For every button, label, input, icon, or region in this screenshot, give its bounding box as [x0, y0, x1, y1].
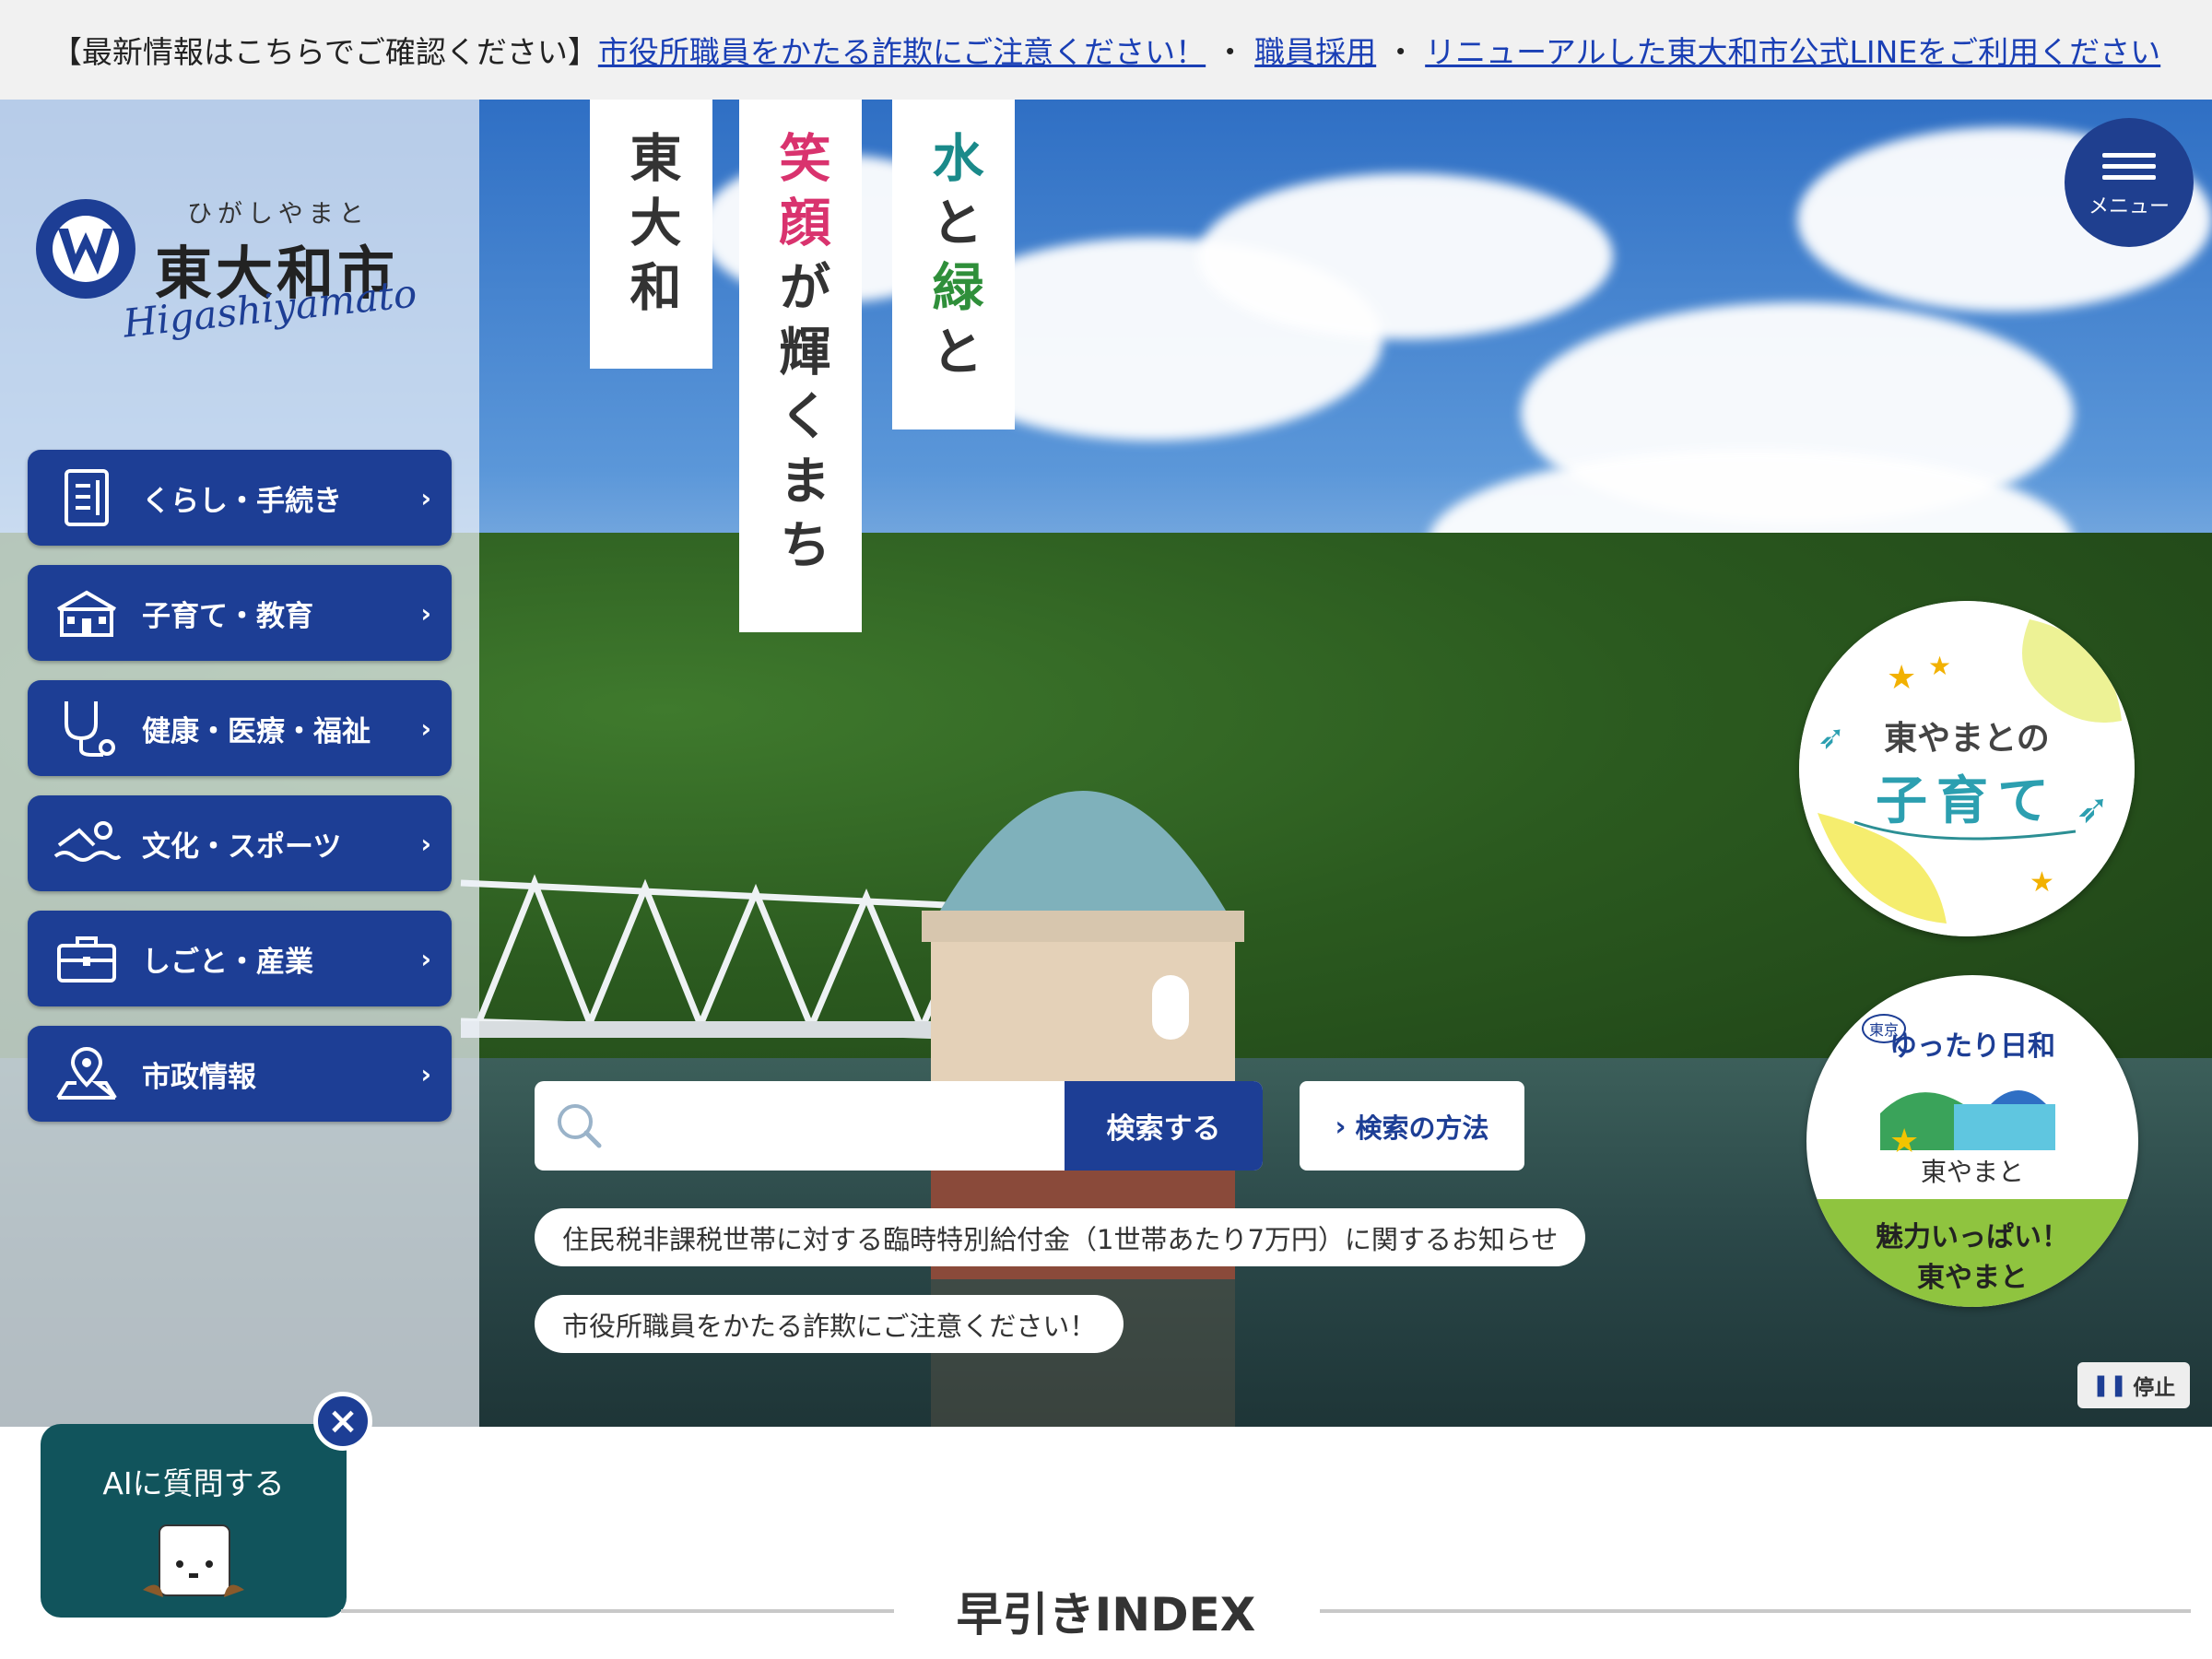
site-logo[interactable]: ひがしやまと 東大和市 Higashiyamato	[35, 194, 431, 350]
swimmer-icon	[52, 808, 122, 878]
ai-chat-label: AIに質問する	[102, 1465, 285, 1501]
city-emblem-icon	[36, 199, 135, 299]
slogan-text: が輝くまち	[771, 260, 830, 582]
search-button[interactable]: 検索する	[1065, 1081, 1263, 1171]
chevron-right-icon: ›	[420, 713, 431, 744]
logo-kana: ひがしやまと	[187, 200, 370, 229]
slogan-text-water: 水	[924, 131, 983, 195]
slogan-text-green: 緑	[924, 260, 983, 324]
search-input[interactable]	[535, 1081, 1065, 1171]
nav-item-living[interactable]: くらし・手続き ›	[28, 450, 452, 546]
slogan-text: 東大和	[621, 131, 681, 324]
nav-item-label: しごと・産業	[142, 945, 313, 979]
nav-item-label: 子育て・教育	[142, 599, 313, 633]
nav-item-health[interactable]: 健康・医療・福祉 ›	[28, 680, 452, 776]
briefcase-icon	[52, 924, 122, 994]
slideshow-pause-button[interactable]: ❚❚ 停止	[2077, 1362, 2190, 1408]
nav-item-label: 健康・医療・福祉	[142, 714, 371, 748]
nav-item-label: くらし・手続き	[142, 484, 342, 518]
info-separator: ・	[1215, 34, 1246, 70]
nav-item-government[interactable]: 市政情報 ›	[28, 1026, 452, 1122]
slogan-col-3: 水と緑と	[892, 100, 1015, 429]
slogan-text: と	[924, 195, 983, 260]
search-help-label: 検索の方法	[1355, 1112, 1489, 1144]
ai-close-button[interactable]: ×	[313, 1392, 372, 1451]
menu-label: メニュー	[2088, 194, 2170, 218]
notice-pill[interactable]: 市役所職員をかたる詐欺にご注意ください！	[535, 1295, 1124, 1353]
svg-text:★: ★	[1928, 651, 1951, 681]
svg-text:★: ★	[1889, 1123, 1919, 1156]
category-nav: くらし・手続き › 子育て・教育 › 健康・医療・福祉 › 文化・スポーツ › …	[28, 450, 452, 1141]
search-icon	[553, 1100, 605, 1155]
info-separator: ・	[1385, 34, 1417, 70]
svg-text:★: ★	[1887, 659, 1916, 697]
badge-line-4: 東やまと	[1917, 1262, 2028, 1294]
info-bar: 【最新情報はこちらでご確認ください】 市役所職員をかたる詐欺にご注意ください！ …	[0, 0, 2212, 100]
slogan-text: と	[924, 324, 983, 389]
chevron-right-icon: ›	[420, 944, 431, 974]
info-link-line[interactable]: リニューアルした東大和市公式LINEをご利用ください	[1425, 28, 2160, 72]
map-pin-icon	[52, 1039, 122, 1109]
document-icon	[52, 463, 122, 533]
badge-green-band: 魅力いっぱい！ 東やまと	[1806, 1199, 2138, 1307]
pause-label: 停止	[2133, 1376, 2176, 1400]
nav-item-culture[interactable]: 文化・スポーツ ›	[28, 795, 452, 891]
slogan-text-accent: 笑顔	[771, 131, 830, 260]
school-icon	[52, 578, 122, 648]
badge-line-1: ゆったり日和	[1889, 1030, 2055, 1063]
slogan-col-1: 東大和	[590, 100, 712, 369]
chevron-right-icon: ›	[420, 1059, 431, 1089]
badge-line-2: 子育て	[1876, 771, 2058, 831]
badge-line-2: 東やまと	[1920, 1157, 2024, 1187]
stethoscope-icon	[52, 693, 122, 763]
kosodate-badge[interactable]: ★ ★ ★ ➶ ➶ 東やまとの 子育て	[1799, 601, 2135, 936]
menu-button[interactable]: メニュー	[2065, 118, 2194, 247]
notice-text: 市役所職員をかたる詐欺にご注意ください！	[562, 1310, 1097, 1342]
chevron-right-icon: ›	[420, 598, 431, 629]
notice-text: 住民税非課税世帯に対する臨時特別給付金（1世帯あたり7万円）に関するお知らせ	[562, 1223, 1559, 1255]
town-illustration-icon: ★	[1880, 1090, 2055, 1156]
yuttari-badge[interactable]: 東京 ゆったり日和 ★ 東やまと 魅力いっぱい！ 東やまと	[1806, 975, 2138, 1307]
nav-item-label: 文化・スポーツ	[142, 830, 342, 864]
svg-text:★: ★	[2030, 866, 2054, 899]
pause-icon: ❚❚	[2091, 1373, 2128, 1397]
nav-item-work[interactable]: しごと・産業 ›	[28, 911, 452, 1006]
index-heading: 早引きINDEX	[956, 1588, 1256, 1641]
search-help-link[interactable]: › 検索の方法	[1300, 1081, 1524, 1171]
badge-line-3: 魅力いっぱい！	[1876, 1221, 2069, 1253]
chevron-right-icon: ›	[420, 483, 431, 513]
nav-item-label: 市政情報	[142, 1060, 256, 1094]
info-link-recruit[interactable]: 職員採用	[1254, 28, 1376, 72]
nav-item-childcare[interactable]: 子育て・教育 ›	[28, 565, 452, 661]
hamburger-icon	[2102, 147, 2156, 186]
chevron-right-icon: ›	[420, 829, 431, 859]
chevron-right-icon: ›	[1335, 1110, 1347, 1142]
search-box: 検索する	[535, 1081, 1263, 1171]
info-link-fraud[interactable]: 市役所職員をかたる詐欺にご注意ください！	[598, 28, 1206, 72]
badge-line-1: 東やまとの	[1884, 720, 2050, 758]
info-bar-prefix: 【最新情報はこちらでご確認ください】	[51, 34, 598, 70]
slogan-col-2: 笑顔が輝くまち	[739, 100, 862, 632]
notice-pill[interactable]: 住民税非課税世帯に対する臨時特別給付金（1世帯あたり7万円）に関するお知らせ	[535, 1208, 1586, 1266]
close-icon: ×	[327, 1400, 359, 1442]
